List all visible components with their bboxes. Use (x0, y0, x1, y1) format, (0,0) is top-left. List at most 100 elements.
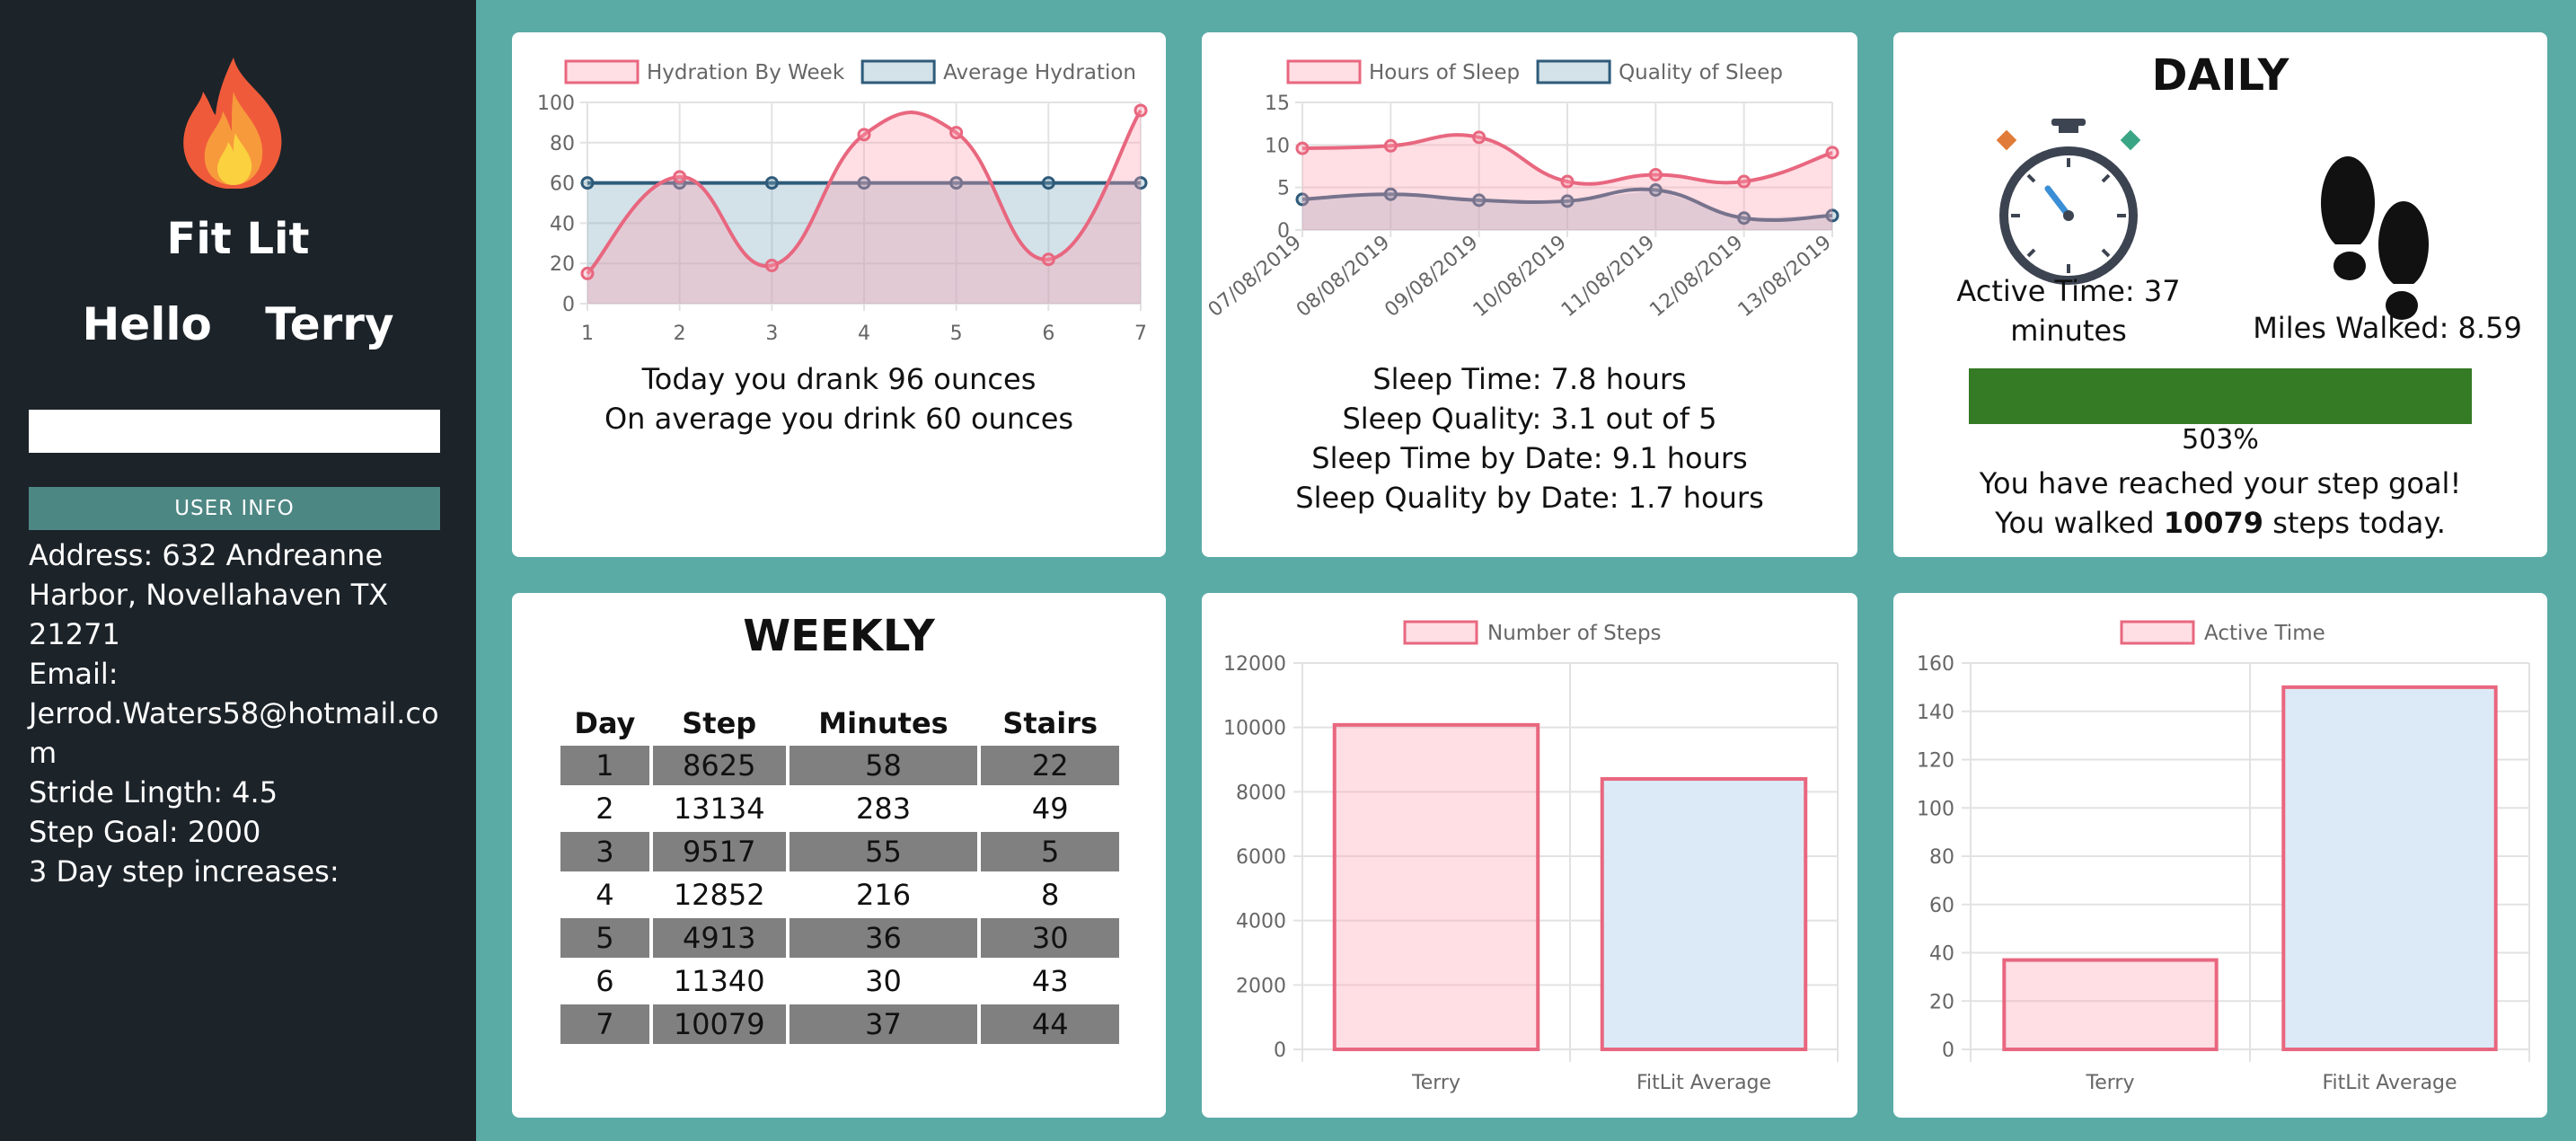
y-tick-label: 40 (1929, 943, 1954, 966)
weekly-table: Day Step Minutes Stairs 1 8625 58 22 2 13134 2… (557, 701, 1123, 1048)
x-tick-label: 09/08/2019 (1381, 231, 1482, 322)
y-tick-label: 80 (1929, 846, 1954, 869)
table-cell: 5 (560, 918, 649, 958)
legend-label: Hours of Sleep (1369, 61, 1520, 84)
table-row: 2 13134 283 49 (560, 789, 1119, 828)
data-point (673, 170, 687, 184)
y-tick-label: 15 (1265, 93, 1290, 115)
table-cell: 55 (789, 832, 978, 871)
y-tick-label: 20 (1929, 991, 1954, 1013)
user-email: Email: Jerrod.Waters58@hotmail.com (29, 657, 439, 770)
column-header: Step (682, 706, 757, 740)
data-point (764, 258, 779, 272)
weekly-card: WEEKLY Day Step Minutes Stairs 1 8625 58 22… (512, 593, 1166, 1118)
table-cell: 44 (981, 1004, 1119, 1044)
y-tick-label: 40 (550, 213, 575, 235)
table-row: 1 8625 58 22 (560, 746, 1119, 785)
data-point (857, 128, 871, 142)
step-progress-bar (1969, 368, 2472, 424)
app-title: Fit Lit (166, 214, 310, 264)
sleep-time: Sleep Time: 7.8 hours (1372, 362, 1687, 396)
table-cell: 58 (789, 746, 978, 785)
stopwatch-icon (1996, 119, 2141, 285)
y-tick-label: 5 (1277, 178, 1290, 200)
steps-suffix: steps today. (2272, 506, 2446, 540)
y-tick-label: 10000 (1223, 718, 1286, 740)
y-tick-label: 20 (550, 253, 575, 276)
x-tick-label: 6 (1042, 323, 1054, 345)
data-point (580, 266, 595, 280)
x-tick-label: 1 (581, 323, 594, 345)
y-tick-label: 8000 (1236, 782, 1286, 804)
table-cell: 2 (595, 792, 614, 826)
x-tick-label: 10/08/2019 (1469, 231, 1571, 322)
y-tick-label: 60 (550, 173, 575, 196)
x-tick-label: 3 (765, 323, 778, 345)
data-point (1560, 174, 1575, 189)
y-tick-label: 0 (562, 294, 575, 316)
table-row: 5 4913 36 30 (560, 918, 1119, 958)
table-cell: 9517 (652, 832, 786, 871)
bar (2002, 958, 2219, 1051)
table-cell: 4913 (652, 918, 786, 958)
table-cell: 6 (595, 964, 614, 998)
data-point (580, 176, 595, 190)
sleep-card: Hours of Sleep Quality of Sleep 0 5 10 15 07/0… (1202, 32, 1857, 557)
y-tick-label: 60 (1929, 895, 1954, 917)
table-cell: 13134 (673, 792, 765, 826)
user-info-button[interactable]: USER INFO (29, 487, 440, 530)
steps-prefix: You walked (1995, 506, 2155, 540)
daily-title: DAILY (2151, 50, 2289, 101)
data-point (1737, 174, 1751, 189)
x-tick-label: 08/08/2019 (1292, 231, 1394, 322)
y-tick-label: 80 (550, 133, 575, 155)
table-cell: 30 (865, 964, 902, 998)
x-tick-label: 12/08/2019 (1645, 231, 1747, 322)
table-cell: 4 (595, 878, 614, 912)
weekly-title: WEEKLY (743, 611, 935, 661)
legend-swatch (2120, 620, 2195, 645)
hydration-card: Hydration By Week Average Hydration 0 20 40 6… (512, 32, 1166, 557)
data-point (764, 176, 779, 190)
table-cell: 3 (560, 832, 649, 871)
y-tick-label: 160 (1917, 653, 1954, 676)
x-tick-label: Terry (1411, 1072, 1460, 1094)
bar (1600, 777, 1808, 1051)
legend-label: Active Time (2204, 622, 2325, 645)
data-point (1041, 176, 1055, 190)
user-address: Address: 632 Andreanne Harbor, Novellaha… (29, 538, 389, 651)
legend-label: Hydration By Week (647, 61, 845, 84)
table-header-row: Day Step Minutes Stairs (560, 704, 1119, 742)
data-point (1295, 141, 1310, 155)
table-cell: 11340 (673, 964, 765, 998)
user-step-goal: Step Goal: 2000 (29, 815, 261, 849)
step-progress-fill (1969, 368, 2472, 424)
search-input[interactable] (29, 410, 440, 453)
steps-today: You walked 10079 steps today. (1893, 503, 2547, 543)
table-row: 3 9517 55 5 (560, 832, 1119, 871)
active-time-chart-card: Active Time 0 20 40 60 80 100 120 140 160 Terry Fit… (1893, 593, 2547, 1118)
table-cell: 43 (1031, 964, 1069, 998)
bar (1332, 722, 1540, 1051)
legend-label: Average Hydration (943, 61, 1136, 84)
x-tick-label: Terry (2086, 1072, 2135, 1094)
table-row: 4 12852 216 8 (560, 875, 1119, 915)
steps-chart-card: Number of Steps 0 2000 4000 6000 8000 10000 120… (1202, 593, 1857, 1118)
y-tick-label: 10 (1265, 135, 1290, 157)
y-tick-label: 4000 (1236, 911, 1286, 933)
data-point (1383, 138, 1398, 153)
sidebar: Fit Lit Hello Terry USER INFO Address: 6… (0, 0, 476, 1141)
data-point (1825, 146, 1839, 160)
data-point (1472, 130, 1486, 145)
greeting: Hello Terry (0, 298, 476, 350)
active-time-chart: Active Time 0 20 40 60 80 100 120 140 160 Terry Fit… (1917, 620, 2530, 1094)
hydration-average: On average you drink 60 ounces (604, 402, 1074, 436)
table-cell: 283 (855, 792, 912, 826)
user-name: Terry (265, 298, 394, 350)
table-cell: 37 (789, 1004, 978, 1044)
goal-message-block: You have reached your step goal! You wal… (1893, 464, 2547, 543)
steps-chart: Number of Steps 0 2000 4000 6000 8000 10000 120… (1223, 620, 1839, 1094)
table-cell: 216 (855, 878, 912, 912)
hydration-today: Today you drank 96 ounces (641, 362, 1037, 396)
legend-swatch (564, 59, 640, 84)
